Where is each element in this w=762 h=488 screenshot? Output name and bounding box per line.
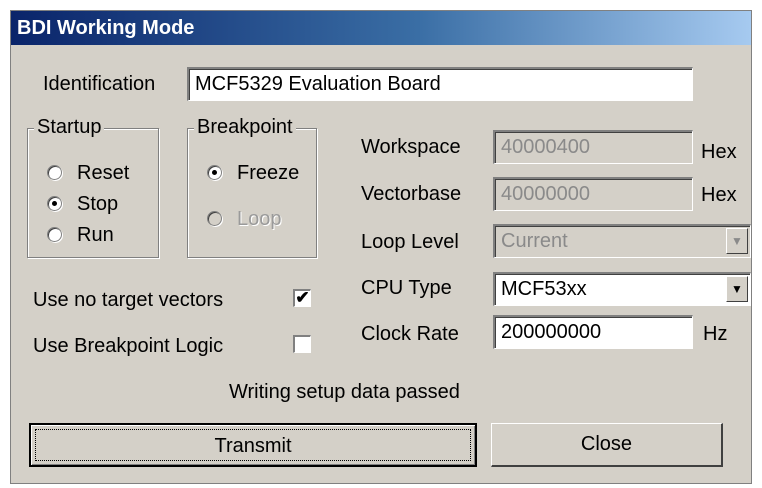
startup-reset-radio[interactable] bbox=[47, 165, 62, 180]
vectorbase-label: Vectorbase bbox=[361, 183, 462, 205]
radio-selected-dot bbox=[212, 170, 217, 175]
vectorbase-unit: Hex bbox=[701, 184, 737, 206]
breakpoint-group: Breakpoint bbox=[187, 116, 317, 258]
loop-level-value: Current bbox=[501, 230, 568, 252]
cpu-type-label: CPU Type bbox=[361, 277, 452, 299]
startup-run-radio[interactable] bbox=[47, 227, 62, 242]
workspace-input: 40000400 bbox=[493, 130, 693, 164]
loop-level-select: Current ▼ bbox=[493, 224, 751, 258]
startup-reset-label[interactable]: Reset bbox=[77, 162, 129, 185]
window-title: BDI Working Mode bbox=[17, 17, 195, 39]
workspace-unit: Hex bbox=[701, 141, 737, 163]
radio-selected-dot bbox=[52, 201, 57, 206]
clock-rate-label: Clock Rate bbox=[361, 323, 459, 345]
transmit-button-label: Transmit bbox=[35, 429, 471, 461]
loop-level-label: Loop Level bbox=[361, 231, 459, 253]
breakpoint-logic-label: Use Breakpoint Logic bbox=[33, 335, 224, 357]
breakpoint-freeze-radio[interactable] bbox=[207, 165, 222, 180]
breakpoint-group-label: Breakpoint bbox=[194, 116, 296, 139]
no-target-vectors-checkbox[interactable]: ✔ bbox=[293, 289, 311, 307]
chevron-down-icon: ▼ bbox=[726, 228, 748, 254]
workspace-label: Workspace bbox=[361, 136, 461, 158]
clock-rate-input[interactable]: 200000000 bbox=[493, 315, 693, 349]
identification-input[interactable]: MCF5329 Evaluation Board bbox=[187, 67, 693, 101]
status-text: Writing setup data passed bbox=[229, 381, 460, 403]
identification-label: Identification bbox=[43, 73, 156, 95]
startup-stop-label[interactable]: Stop bbox=[77, 193, 118, 216]
startup-group-label: Startup bbox=[34, 116, 105, 139]
title-bar: BDI Working Mode bbox=[11, 11, 751, 45]
clock-rate-unit: Hz bbox=[703, 323, 728, 345]
cpu-type-value: MCF53xx bbox=[501, 278, 587, 300]
breakpoint-logic-checkbox[interactable] bbox=[293, 335, 311, 353]
startup-run-label[interactable]: Run bbox=[77, 224, 114, 247]
breakpoint-loop-radio bbox=[207, 211, 222, 226]
bdi-working-mode-dialog: BDI Working Mode Identification MCF5329 … bbox=[10, 10, 752, 484]
vectorbase-input: 40000000 bbox=[493, 177, 693, 211]
cpu-type-select[interactable]: MCF53xx ▼ bbox=[493, 272, 751, 306]
startup-stop-radio[interactable] bbox=[47, 196, 62, 211]
breakpoint-freeze-label[interactable]: Freeze bbox=[237, 162, 299, 185]
transmit-button[interactable]: Transmit bbox=[29, 423, 477, 467]
close-button[interactable]: Close bbox=[491, 423, 723, 467]
breakpoint-loop-label: Loop bbox=[237, 208, 282, 230]
no-target-vectors-label: Use no target vectors bbox=[33, 289, 224, 311]
chevron-down-icon[interactable]: ▼ bbox=[726, 276, 748, 302]
